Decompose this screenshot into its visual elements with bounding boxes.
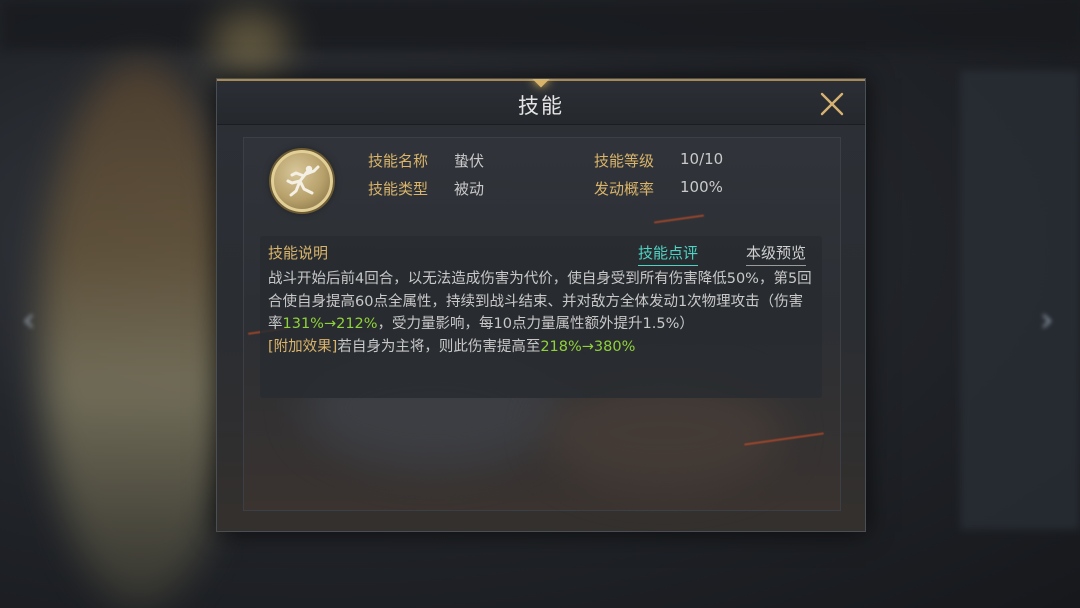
leaping-figure-icon bbox=[286, 165, 320, 197]
description-text: 战斗开始后前4回合，以无法造成伤害为代价，使自身受到所有伤害降低50%，第5回合… bbox=[268, 268, 814, 358]
dialog-header: 技能 bbox=[217, 79, 865, 125]
extra-effect-text: 若自身为主将，则此伤害提高至 bbox=[337, 338, 541, 355]
extra-effect-label: [附加效果] bbox=[268, 338, 338, 355]
skill-name-value: 蛰伏 bbox=[454, 152, 485, 170]
dialog-body: 技能名称 蛰伏 技能等级 10/10 技能类型 被动 发动概率 100% 技能说… bbox=[243, 137, 841, 511]
close-icon bbox=[820, 92, 844, 116]
header-ornament-icon bbox=[532, 79, 550, 88]
trigger-rate-value: 100% bbox=[680, 178, 723, 196]
description-part2: ，受力量影响，每10点力量属性额外提升1.5%） bbox=[377, 316, 694, 332]
skill-level-label: 技能等级 bbox=[594, 152, 655, 170]
close-button[interactable] bbox=[817, 89, 847, 119]
background-character-hat bbox=[210, 10, 290, 80]
level-preview-link[interactable]: 本级预览 bbox=[746, 242, 807, 266]
description-title: 技能说明 bbox=[268, 244, 329, 262]
background-character bbox=[40, 60, 240, 608]
skill-level-value: 10/10 bbox=[680, 150, 724, 168]
background-top-bar bbox=[0, 0, 1080, 50]
skill-name-label: 技能名称 bbox=[368, 152, 429, 170]
trigger-rate-label: 发动概率 bbox=[594, 180, 655, 198]
background-side-panel bbox=[960, 70, 1080, 530]
dialog-title: 技能 bbox=[518, 94, 564, 118]
extra-damage-rate-value: 218%→380% bbox=[540, 338, 636, 355]
background-right-arrow-icon: › bbox=[1040, 300, 1054, 340]
background-left-arrow-icon: ‹ bbox=[22, 300, 36, 340]
damage-rate-value: 131%→212% bbox=[282, 316, 378, 332]
skill-dialog: 技能 技能名称 蛰伏 技能等级 10/10 技能类型 被动 发动概率 100% bbox=[216, 78, 866, 532]
skill-icon[interactable] bbox=[271, 150, 333, 212]
skill-type-label: 技能类型 bbox=[368, 180, 429, 198]
ember-decoration bbox=[654, 214, 704, 224]
skill-type-value: 被动 bbox=[454, 180, 485, 198]
skill-review-link[interactable]: 技能点评 bbox=[638, 242, 699, 266]
description-box: 技能说明 技能点评 本级预览 战斗开始后前4回合，以无法造成伤害为代价，使自身受… bbox=[260, 236, 822, 398]
